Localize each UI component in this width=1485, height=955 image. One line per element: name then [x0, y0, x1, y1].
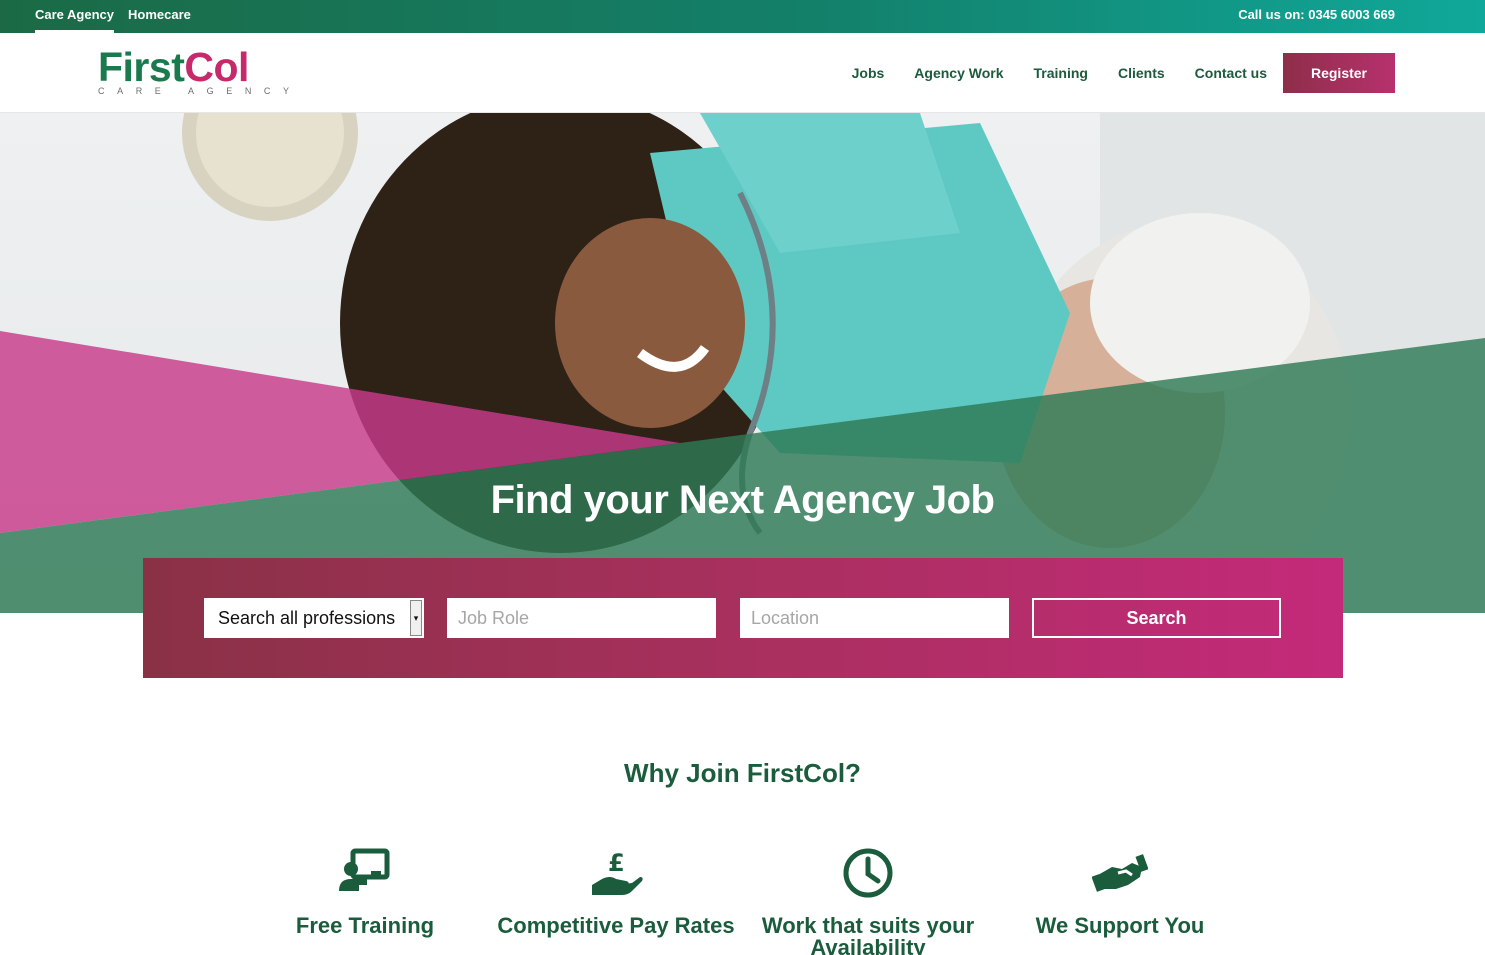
svg-text:£: £ [608, 849, 625, 877]
nav-jobs[interactable]: Jobs [852, 65, 885, 81]
site-header: FirstCol CARE AGENCY Jobs Agency Work Tr… [0, 33, 1485, 113]
pay-icon: £ [592, 849, 643, 895]
feature-support: We Support You [1000, 845, 1240, 937]
tab-homecare[interactable]: Homecare [128, 0, 191, 33]
job-search-panel: Search all professions ▾ Search [143, 558, 1343, 678]
feature-availability: Work that suits your Availability [748, 845, 988, 955]
phone-link[interactable]: Call us on: 0345 6003 669 [1238, 0, 1395, 30]
feature-label: Free Training [295, 913, 435, 938]
main-nav: Jobs Agency Work Training Clients Contac… [822, 53, 1395, 93]
clock-icon [843, 848, 893, 898]
nav-agency-work[interactable]: Agency Work [914, 65, 1003, 81]
feature-label: Work that suits your Availability [761, 913, 975, 955]
hero-banner: Find your Next Agency Job [0, 113, 1485, 613]
logo[interactable]: FirstCol CARE AGENCY [98, 45, 302, 96]
hero-image [0, 113, 1485, 613]
register-button[interactable]: Register [1283, 53, 1395, 93]
why-join-heading: Why Join FirstCol? [624, 758, 861, 788]
profession-select[interactable]: Search all professions ▾ [204, 598, 424, 638]
handshake-icon [1092, 854, 1148, 892]
feature-competitive-pay: £ Competitive Pay Rates [496, 845, 736, 937]
feature-label: Competitive Pay Rates [497, 913, 735, 938]
hero-title: Find your Next Agency Job [490, 478, 995, 522]
tab-care-agency[interactable]: Care Agency [35, 0, 114, 33]
feature-free-training: Free Training [245, 845, 485, 937]
training-icon [339, 848, 390, 891]
location-input[interactable] [740, 598, 1009, 638]
logo-word-first: First [98, 44, 185, 90]
profession-select-value: Search all professions [218, 608, 396, 628]
nav-clients[interactable]: Clients [1118, 65, 1165, 81]
nav-training[interactable]: Training [1034, 65, 1088, 81]
top-bar: Care Agency Homecare Call us on: 0345 60… [0, 0, 1485, 33]
nav-contact-us[interactable]: Contact us [1195, 65, 1267, 81]
logo-subtitle: CARE AGENCY [98, 86, 302, 96]
search-button[interactable]: Search [1032, 598, 1281, 638]
feature-label: We Support You [1035, 913, 1205, 938]
job-role-input[interactable] [447, 598, 716, 638]
chevron-down-icon: ▾ [410, 600, 422, 636]
logo-word-col: Col [184, 44, 249, 90]
